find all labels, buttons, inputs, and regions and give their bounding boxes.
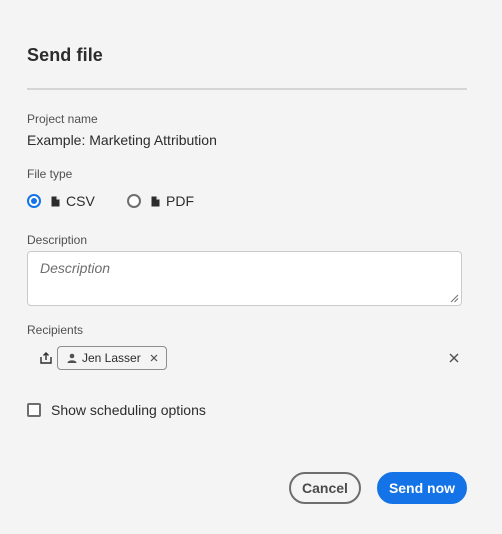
description-placeholder: Description <box>40 260 111 276</box>
radio-pdf-button[interactable] <box>127 194 141 208</box>
cancel-button[interactable]: Cancel <box>289 472 361 504</box>
radio-csv-button[interactable] <box>27 194 41 208</box>
description-label: Description <box>27 233 88 247</box>
file-type-label: File type <box>27 167 73 181</box>
project-name-label: Project name <box>27 112 98 126</box>
radio-csv-label: CSV <box>66 193 95 209</box>
recipients-field[interactable]: Jen Lasser <box>38 346 462 370</box>
scheduling-label: Show scheduling options <box>51 402 206 418</box>
description-textarea[interactable]: Description <box>27 251 462 306</box>
radio-pdf[interactable]: PDF <box>127 193 194 209</box>
title-divider <box>27 88 467 90</box>
close-icon[interactable] <box>449 353 459 363</box>
remove-tag-icon[interactable] <box>150 354 158 362</box>
radio-csv[interactable]: CSV <box>27 193 95 209</box>
dialog-title: Send file <box>27 45 103 65</box>
person-icon <box>67 353 77 363</box>
scheduling-option[interactable]: Show scheduling options <box>27 402 206 418</box>
send-now-button[interactable]: Send now <box>377 472 467 504</box>
file-icon <box>151 196 160 206</box>
scheduling-checkbox[interactable] <box>27 403 41 417</box>
project-name-value: Example: Marketing Attribution <box>27 132 217 148</box>
recipients-label: Recipients <box>27 323 84 337</box>
file-icon <box>51 196 60 206</box>
share-icon[interactable] <box>40 352 52 364</box>
recipient-name: Jen Lasser <box>82 351 141 365</box>
resize-grip-icon[interactable] <box>450 294 459 303</box>
radio-pdf-label: PDF <box>166 193 194 209</box>
send-file-dialog: Send file Project name Example: Marketin… <box>0 0 502 534</box>
recipient-tag[interactable]: Jen Lasser <box>57 346 167 370</box>
